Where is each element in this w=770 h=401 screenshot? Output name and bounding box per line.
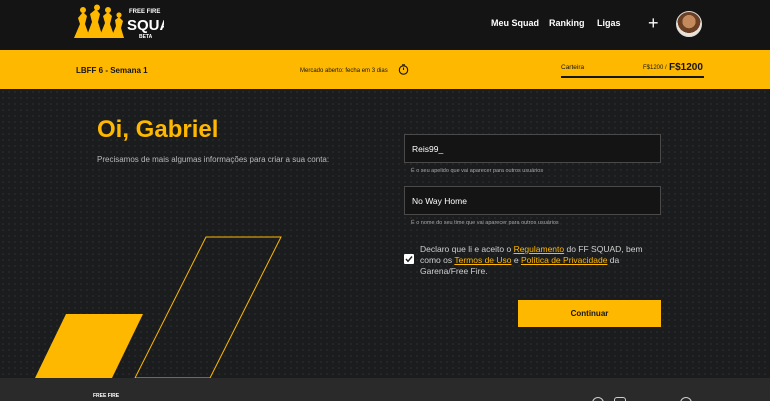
- free-fire-squad-logo[interactable]: FREE FIRE SQUAD BETA: [72, 4, 181, 44]
- politica-privacidade-link[interactable]: Política de Privacidade: [521, 255, 607, 265]
- user-avatar[interactable]: [676, 11, 702, 37]
- nav-ranking[interactable]: Ranking: [549, 18, 585, 28]
- main-content: Oi, Gabriel Precisamos de mais algumas i…: [0, 89, 770, 378]
- logo-text-sub: BETA: [139, 34, 153, 40]
- form-subtitle: Precisamos de mais algumas informações p…: [97, 155, 330, 164]
- logo-text-top: FREE FIRE: [129, 9, 160, 15]
- nickname-input[interactable]: [405, 135, 660, 162]
- declare-text-c: e: [511, 255, 521, 265]
- team-name-input[interactable]: [405, 187, 660, 214]
- terms-checkbox[interactable]: [404, 254, 414, 264]
- nav-meu-squad[interactable]: Meu Squad: [491, 18, 539, 28]
- status-bar: LBFF 6 - Semana 1 Mercado aberto: fecha …: [0, 50, 770, 89]
- termos-de-uso-link[interactable]: Termos de Uso: [454, 255, 511, 265]
- wallet-balance-small: F$1200 /: [643, 65, 667, 71]
- social-icon-3[interactable]: [680, 397, 692, 401]
- wallet: Carteira F$1200 / F$1200: [561, 60, 704, 78]
- footer: FREE FIRE: [0, 378, 770, 401]
- wallet-label: Carteira: [561, 64, 585, 71]
- social-icon-1[interactable]: [592, 397, 604, 401]
- checkmark-icon: [405, 256, 413, 263]
- league-week-label: LBFF 6 - Semana 1: [76, 66, 148, 75]
- terms-declaration: Declaro que li e aceito o Regulamento do…: [420, 244, 652, 277]
- clock-icon: [398, 64, 409, 75]
- top-nav: FREE FIRE SQUAD BETA Meu Squad Ranking L…: [0, 0, 770, 50]
- market-status: Mercado aberto: fecha em 3 dias: [300, 68, 388, 74]
- wallet-balance: F$1200: [669, 62, 703, 73]
- greeting-title: Oi, Gabriel: [97, 116, 219, 143]
- add-icon[interactable]: +: [648, 14, 659, 32]
- regulamento-link[interactable]: Regulamento: [514, 244, 565, 254]
- continue-button[interactable]: Continuar: [518, 300, 661, 327]
- team-name-field[interactable]: [404, 186, 661, 215]
- team-name-hint: É o nome do seu time que vai aparecer pa…: [411, 220, 559, 226]
- declare-text-a: Declaro que li e aceito o: [420, 244, 514, 254]
- logo-text-main: SQUAD: [127, 17, 164, 34]
- nickname-hint: É o seu apelido que vai aparecer para ou…: [411, 168, 544, 174]
- footer-logo: FREE FIRE: [93, 393, 120, 399]
- instagram-icon[interactable]: [614, 397, 626, 401]
- nav-ligas[interactable]: Ligas: [597, 18, 621, 28]
- nickname-field[interactable]: [404, 134, 661, 163]
